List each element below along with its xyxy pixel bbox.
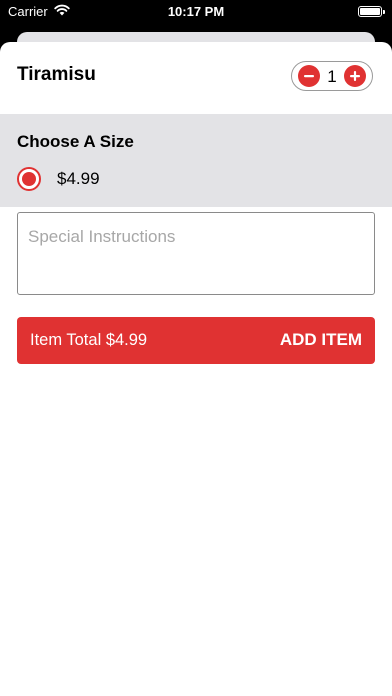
item-sheet: Tiramisu 1 Choose A Size $4.99 Special I… — [0, 42, 392, 696]
size-radio-button[interactable] — [17, 167, 41, 191]
battery-icon — [358, 6, 385, 17]
item-title: Tiramisu — [17, 64, 96, 85]
add-item-label: ADD ITEM — [279, 330, 362, 349]
radio-selected-dot — [22, 172, 36, 186]
title-row: Tiramisu 1 — [0, 42, 392, 114]
increase-quantity-button[interactable] — [344, 65, 366, 87]
size-price: $4.99 — [57, 169, 100, 188]
screen: Carrier 10:17 PM Tiramisu 1 Choose A Siz… — [0, 0, 392, 696]
special-instructions-input[interactable] — [17, 212, 375, 295]
size-option[interactable]: $4.99 — [17, 166, 217, 192]
plus-icon — [350, 71, 360, 81]
status-time: 10:17 PM — [167, 4, 225, 19]
add-item-button[interactable]: Item Total $4.99 ADD ITEM — [17, 317, 375, 364]
quantity-stepper: 1 — [291, 61, 373, 91]
size-section: Choose A Size $4.99 — [0, 114, 392, 207]
status-bar: Carrier 10:17 PM — [0, 0, 392, 24]
size-heading: Choose A Size — [17, 132, 134, 151]
item-total-label: Item Total $4.99 — [30, 331, 148, 349]
